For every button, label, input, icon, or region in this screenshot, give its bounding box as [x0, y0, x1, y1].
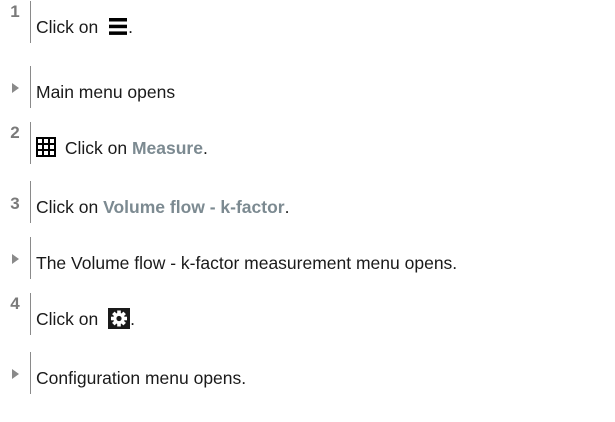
menu-item-measure: Measure — [131, 138, 203, 158]
result-text: Main menu opens — [36, 82, 176, 102]
step-divider — [30, 352, 31, 394]
step-divider — [30, 66, 31, 108]
result-text: The Volume flow - k-factor measurement m… — [36, 253, 458, 273]
step-divider — [30, 122, 31, 164]
step-number: 3 — [10, 194, 20, 213]
result-arrow-icon — [12, 83, 19, 93]
step-punctuation: . — [128, 17, 133, 37]
step-text: Click on — [36, 197, 104, 217]
result-step-2: The Volume flow - k-factor measurement m… — [0, 236, 615, 280]
instruction-step-3: 3 Click on Volume flow - k-factor. — [0, 180, 615, 224]
gear-icon — [108, 308, 131, 329]
menu-icon — [108, 17, 129, 36]
step-divider — [30, 237, 31, 279]
step-text: Click on — [36, 17, 104, 37]
step-divider — [30, 1, 31, 43]
menu-item-volume-flow-k-factor: Volume flow - k-factor — [103, 197, 285, 217]
step-divider — [30, 293, 31, 335]
step-punctuation: . — [284, 197, 290, 217]
step-punctuation: . — [202, 138, 208, 158]
step-number: 2 — [10, 123, 20, 142]
result-text: Configuration menu opens. — [36, 368, 247, 388]
result-step-3: Configuration menu opens. — [0, 351, 615, 395]
step-number: 4 — [10, 294, 20, 313]
instruction-step-2: 2 Click on Measure. — [0, 121, 615, 165]
step-text: Click on — [36, 309, 104, 329]
instruction-step-4: 4 Click on . — [0, 292, 615, 336]
step-divider — [30, 181, 31, 223]
result-arrow-icon — [12, 254, 19, 264]
step-number: 1 — [10, 2, 20, 21]
result-step-1: Main menu opens — [0, 65, 615, 109]
step-text: Click on — [60, 138, 132, 158]
result-arrow-icon — [12, 369, 19, 379]
instruction-step-1: 1 Click on . — [0, 0, 615, 44]
grid-icon — [36, 137, 56, 157]
step-punctuation: . — [130, 309, 135, 329]
